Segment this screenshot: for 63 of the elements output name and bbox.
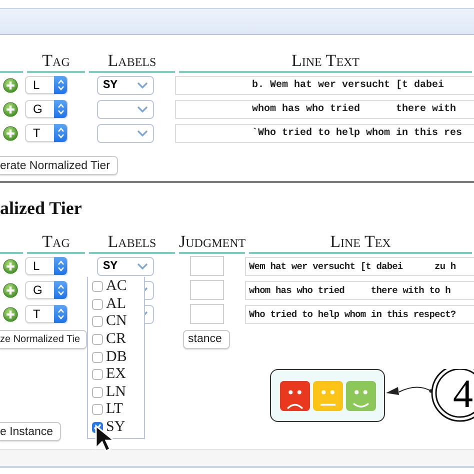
labels-select[interactable] xyxy=(97,100,154,118)
line-text-field[interactable]: Wem hat wer versucht [t dabei zu h xyxy=(245,256,474,276)
column-header: Labels xyxy=(108,232,156,251)
column-header: Line Tex xyxy=(330,232,391,251)
judgment-field[interactable] xyxy=(190,280,224,300)
generate-button[interactable]: erate Normalized Tier xyxy=(0,156,118,175)
line-text-field[interactable]: whom has who tried there with xyxy=(175,100,474,118)
column-header: Labels xyxy=(108,51,156,70)
checkbox[interactable] xyxy=(92,352,103,363)
line-text-field[interactable]: whom has who tried there with to h xyxy=(245,280,474,300)
column-header: Tag xyxy=(42,232,70,251)
label-option[interactable]: LN xyxy=(88,384,144,402)
checkbox[interactable] xyxy=(92,281,103,292)
tag-select[interactable]: G xyxy=(25,281,68,299)
line-text-field[interactable]: Who tried to help whom in this respect? xyxy=(245,304,474,324)
add-icon[interactable] xyxy=(3,306,18,322)
line-text-field[interactable]: `Who tried to help whom in this res xyxy=(175,124,474,142)
checkbox[interactable] xyxy=(92,298,103,310)
checkbox[interactable] xyxy=(92,316,103,328)
labels-select[interactable]: SY xyxy=(97,256,154,276)
add-icon[interactable] xyxy=(3,102,18,116)
add-icon[interactable] xyxy=(3,282,18,298)
checkbox[interactable] xyxy=(92,369,103,380)
checkbox[interactable] xyxy=(92,386,103,398)
add-icon[interactable] xyxy=(3,126,18,140)
judgment-field[interactable] xyxy=(190,304,224,324)
stepper-icon xyxy=(56,102,66,116)
stepper-icon xyxy=(56,307,66,321)
instance-button[interactable]: e Instance xyxy=(0,422,62,441)
stepper-icon xyxy=(56,283,66,297)
label-option[interactable]: LT xyxy=(88,401,144,419)
label-option[interactable]: CR xyxy=(88,330,144,348)
label-option[interactable]: EX xyxy=(88,366,144,384)
column-header: Judgment xyxy=(179,232,246,251)
tag-select[interactable]: G xyxy=(25,100,68,118)
column-header: Line Text xyxy=(291,51,360,70)
label-option[interactable]: CN xyxy=(88,313,144,331)
tag-select[interactable]: L xyxy=(25,257,68,275)
arrow xyxy=(386,386,433,395)
judgment-field[interactable] xyxy=(190,256,224,276)
tag-select[interactable]: T xyxy=(25,305,68,323)
tag-select[interactable]: T xyxy=(25,124,68,142)
column-header: Tag xyxy=(42,51,70,70)
section-heading: alized Tier xyxy=(0,198,83,219)
add-icon[interactable] xyxy=(3,78,18,92)
instance-button[interactable]: stance xyxy=(183,330,230,348)
face-icon[interactable] xyxy=(346,380,376,410)
label-option[interactable]: AC xyxy=(88,278,144,296)
step-marker: 4 xyxy=(431,369,474,422)
finalize-button[interactable]: ze Normalized Tie xyxy=(0,330,87,348)
line-text-field[interactable]: b. Wem hat wer versucht [t dabei xyxy=(175,76,474,94)
add-icon[interactable] xyxy=(3,258,18,274)
checkbox[interactable] xyxy=(92,334,103,346)
labels-select[interactable] xyxy=(97,124,154,142)
labels-select[interactable]: SY xyxy=(97,76,154,94)
label-option[interactable]: DB xyxy=(88,348,144,366)
label-option[interactable]: AL xyxy=(88,296,144,314)
tag-select[interactable]: L xyxy=(25,76,68,94)
stepper-icon xyxy=(56,259,66,273)
stepper-icon xyxy=(56,78,66,92)
face-icon[interactable] xyxy=(280,380,310,410)
stepper-icon xyxy=(56,126,66,140)
checkbox[interactable] xyxy=(92,404,103,416)
